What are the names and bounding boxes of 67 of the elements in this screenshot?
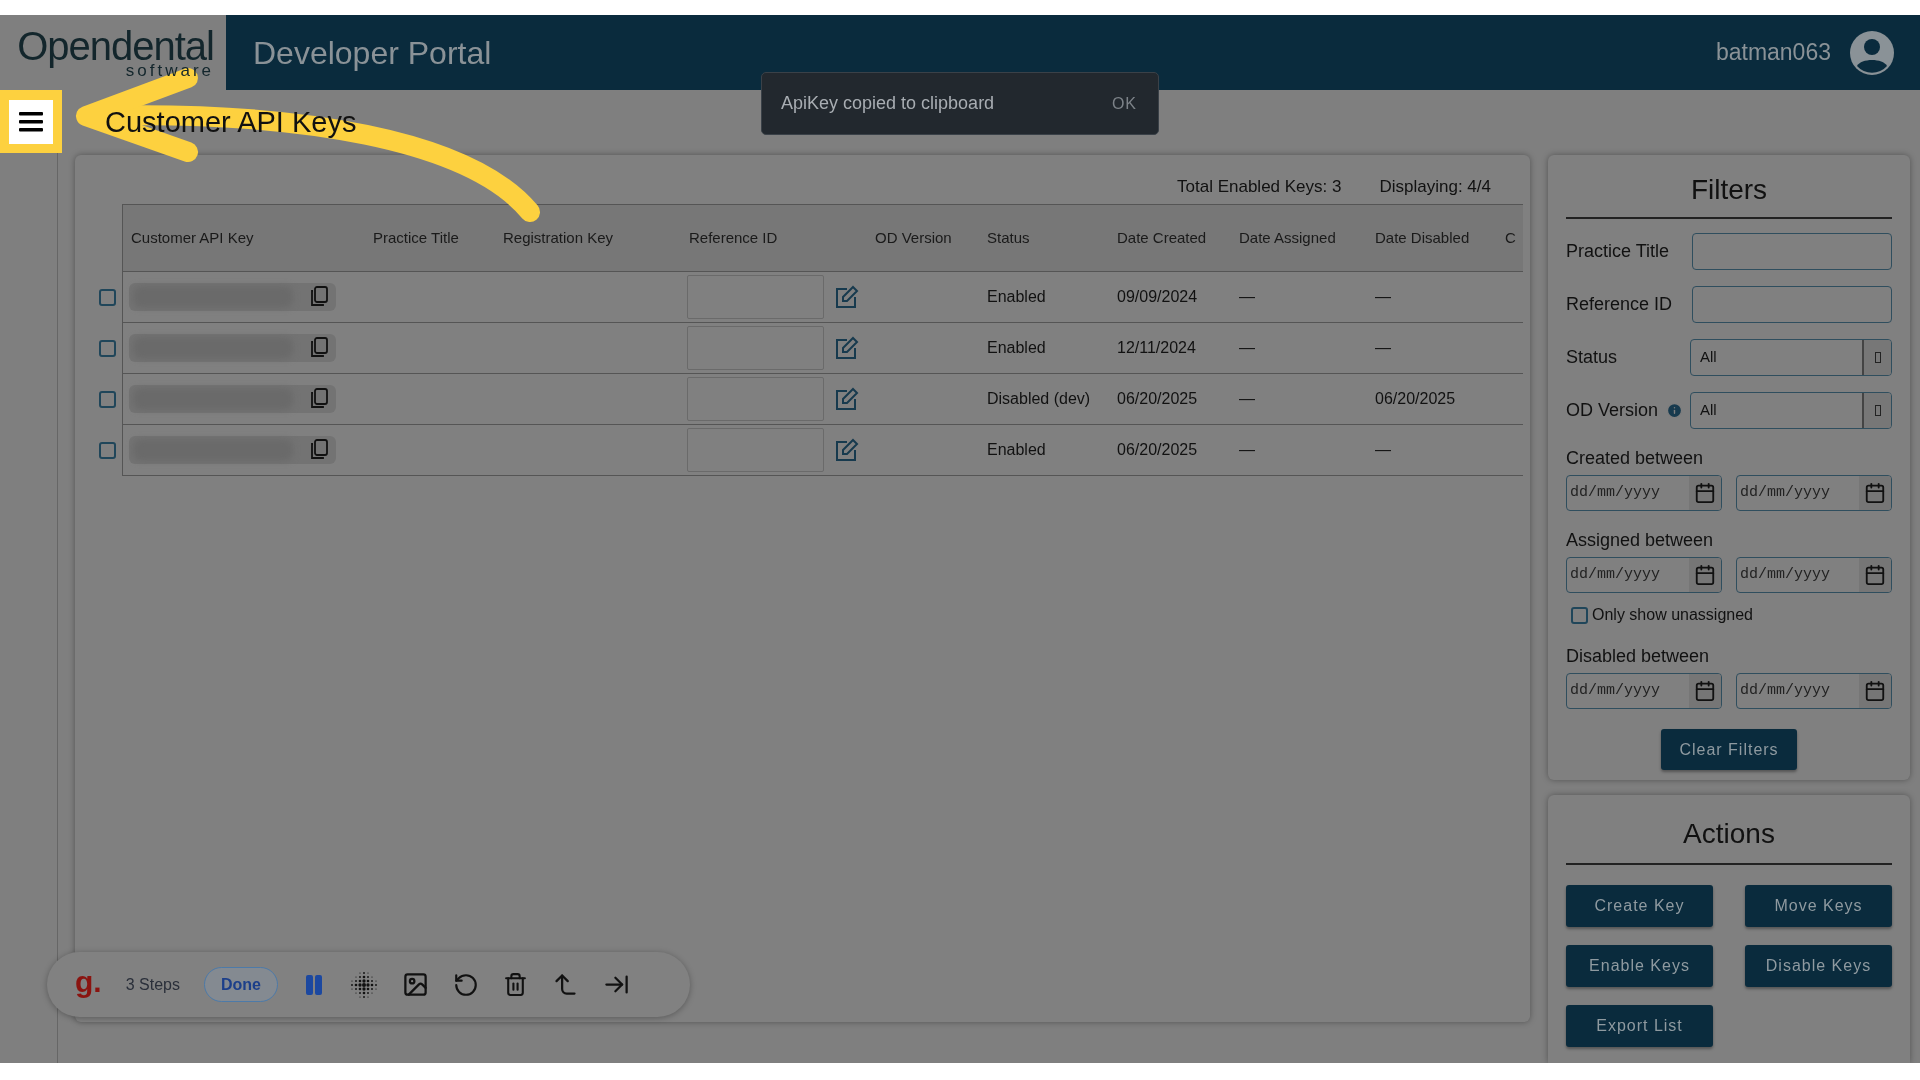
portal-title: Developer Portal: [253, 33, 492, 73]
date-placeholder: dd/mm/yyyy: [1739, 564, 1831, 585]
date-placeholder: dd/mm/yyyy: [1569, 482, 1661, 503]
table-cell: —: [1239, 440, 1255, 458]
field-label: Disabled between: [1566, 645, 1711, 668]
date-field[interactable]: dd/mm/yyyy: [1736, 557, 1892, 593]
done-button[interactable]: Done: [203, 967, 278, 1002]
column-header: Date Created: [1117, 228, 1207, 246]
column-header: Customer API Key: [131, 228, 254, 246]
column-header: Status: [987, 228, 1030, 246]
action-button[interactable]: Enable Keys: [1566, 945, 1713, 987]
toast-message: ApiKey copied to clipboard: [781, 92, 995, 115]
clear-filters-button[interactable]: Clear Filters: [1661, 729, 1797, 770]
field-label: Practice Title: [1566, 240, 1670, 263]
table-cell: —: [1239, 389, 1255, 407]
table-cell: 06/20/2025: [1375, 389, 1456, 407]
column-header: Date Disabled: [1375, 228, 1470, 246]
table-cell: 06/20/2025: [1117, 440, 1198, 458]
date-field[interactable]: dd/mm/yyyy: [1736, 475, 1892, 511]
table-cell: —: [1375, 440, 1391, 458]
column-header: OD Version: [875, 228, 952, 246]
table-cell: 09/09/2024: [1117, 287, 1198, 305]
logo[interactable]: Opendental software: [0, 15, 226, 90]
table-cell: 12/11/2024: [1117, 338, 1196, 356]
table-cell: Enabled: [987, 440, 1046, 458]
table-cell: Enabled: [987, 287, 1046, 305]
steps-count: 3 Steps: [125, 974, 180, 995]
column-header: Reference ID: [689, 228, 778, 246]
action-button[interactable]: Create Key: [1566, 885, 1713, 927]
field-label: Reference ID: [1566, 293, 1673, 316]
date-placeholder: dd/mm/yyyy: [1739, 482, 1831, 503]
actions-title: Actions: [1566, 813, 1892, 865]
date-field[interactable]: dd/mm/yyyy: [1566, 475, 1722, 511]
table-cell: —: [1375, 287, 1391, 305]
column-header: C: [1505, 228, 1516, 246]
field-label: OD Version: [1566, 399, 1659, 422]
column-header: Practice Title: [373, 228, 459, 246]
date-placeholder: dd/mm/yyyy: [1569, 564, 1661, 585]
table-cell: —: [1239, 287, 1255, 305]
table-cell: —: [1239, 338, 1255, 356]
date-placeholder: dd/mm/yyyy: [1739, 680, 1831, 701]
action-button[interactable]: Disable Keys: [1745, 945, 1892, 987]
select-field[interactable]: All: [1690, 392, 1892, 429]
table-cell: —: [1375, 338, 1391, 356]
filters-title: Filters: [1566, 169, 1892, 219]
date-field[interactable]: dd/mm/yyyy: [1736, 673, 1892, 709]
action-button[interactable]: Move Keys: [1745, 885, 1892, 927]
select-field[interactable]: All: [1690, 339, 1892, 376]
summary-text: Total Enabled Keys: 3: [1177, 176, 1342, 198]
field-label: Assigned between: [1566, 529, 1715, 552]
table-cell: 06/20/2025: [1117, 389, 1198, 407]
field-label: Created between: [1566, 447, 1705, 470]
field-label: Status: [1566, 346, 1618, 369]
date-placeholder: dd/mm/yyyy: [1569, 680, 1661, 701]
column-header: Registration Key: [503, 228, 614, 246]
username: batman063: [1715, 38, 1831, 68]
date-field[interactable]: dd/mm/yyyy: [1566, 673, 1722, 709]
action-button[interactable]: Export List: [1566, 1005, 1713, 1047]
column-header: Date Assigned: [1239, 228, 1336, 246]
date-field[interactable]: dd/mm/yyyy: [1566, 557, 1722, 593]
table-cell: Enabled: [987, 338, 1046, 356]
checkbox-label: Only show unassigned: [1592, 605, 1753, 625]
table-cell: Disabled (dev): [987, 389, 1091, 407]
page-title: Customer API Keys: [105, 104, 357, 140]
summary-text: Displaying: 4/4: [1379, 176, 1491, 198]
toast-ok-button[interactable]: OK: [1109, 91, 1139, 116]
recorder-logo: g.: [75, 966, 102, 997]
